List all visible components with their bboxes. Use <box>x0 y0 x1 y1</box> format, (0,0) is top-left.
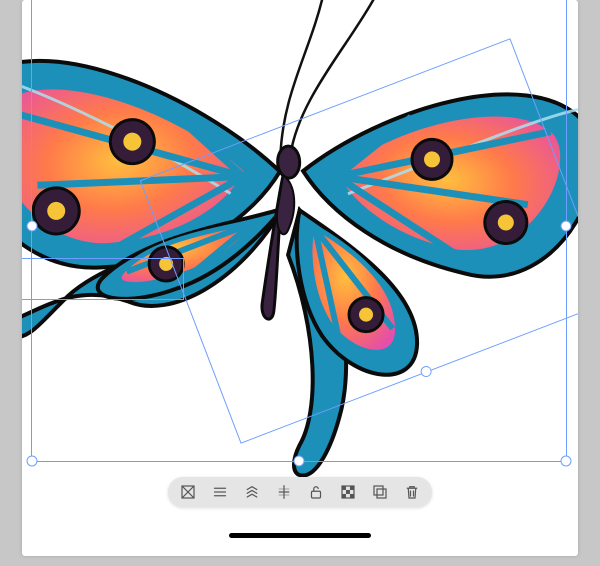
selection-handle-sw[interactable] <box>27 456 38 467</box>
home-indicator[interactable] <box>229 533 371 538</box>
selection-handle-se[interactable] <box>561 456 572 467</box>
selection-small-box <box>22 258 184 300</box>
unlock-icon[interactable] <box>306 482 326 502</box>
transparency-icon[interactable] <box>338 482 358 502</box>
bounding-box-icon[interactable] <box>178 482 198 502</box>
align-icon[interactable] <box>274 482 294 502</box>
context-toolbar <box>168 477 432 507</box>
selection-handle-s[interactable] <box>294 456 305 467</box>
canvas-page[interactable] <box>22 0 578 556</box>
trash-icon[interactable] <box>402 482 422 502</box>
selection-handle-w[interactable] <box>27 221 38 232</box>
layers-icon[interactable] <box>242 482 262 502</box>
duplicate-icon[interactable] <box>370 482 390 502</box>
list-icon[interactable] <box>210 482 230 502</box>
